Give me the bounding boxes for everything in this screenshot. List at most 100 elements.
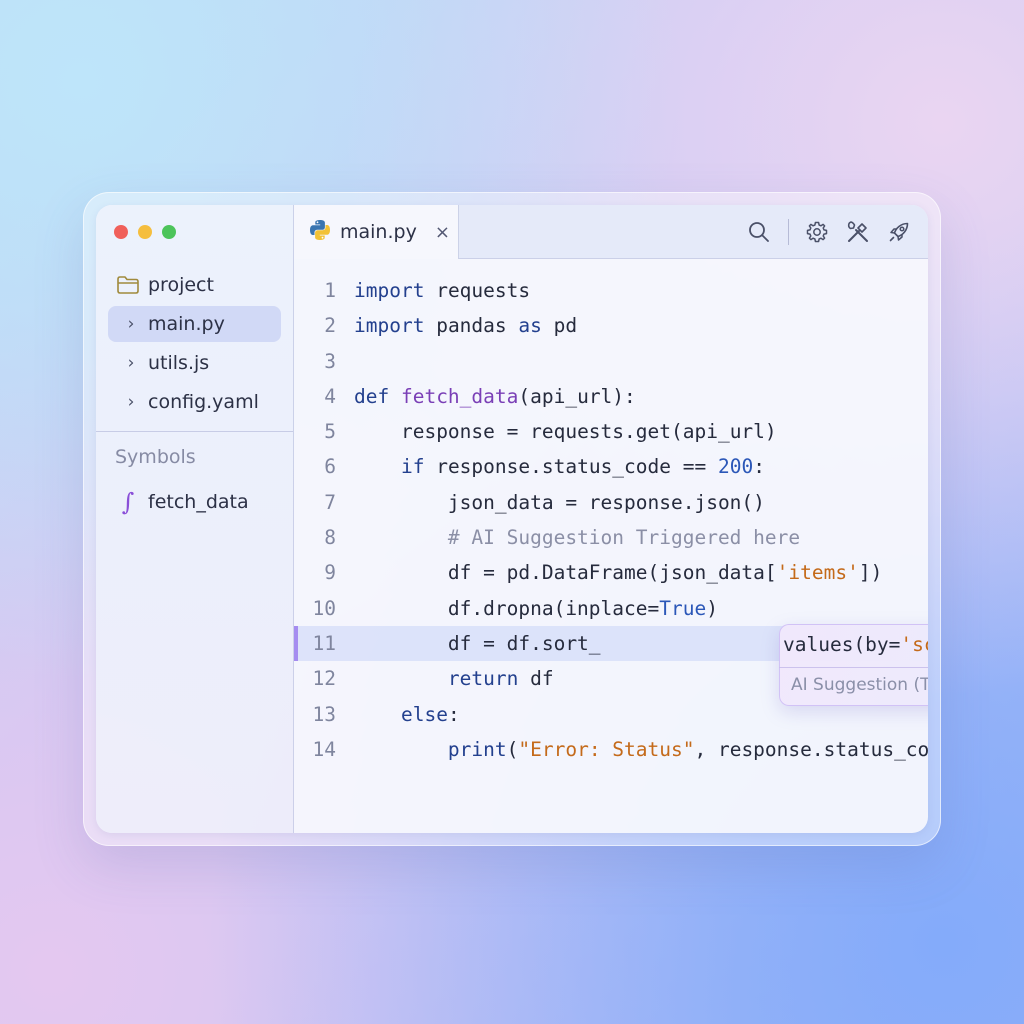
symbol-label: fetch_data: [148, 491, 249, 513]
code-line[interactable]: 7 json_data = response.json(): [294, 485, 928, 520]
code-token-kw: import: [354, 279, 425, 302]
gear-icon[interactable]: [802, 217, 832, 247]
ai-suggestion-popup[interactable]: values(by='score', ascending=False) AI S…: [779, 624, 928, 706]
file-item-utils-js[interactable]: › utils.js: [108, 345, 281, 381]
line-source: df = df.sort_: [354, 626, 601, 661]
tools-icon[interactable]: [843, 217, 873, 247]
folder-icon: [108, 275, 148, 295]
line-source: response = requests.get(api_url): [354, 414, 777, 449]
code-token-kw: import: [354, 314, 425, 338]
code-token: response = requests.get(api_url): [400, 420, 777, 444]
code-token: requests: [436, 279, 531, 302]
line-number: 1: [324, 279, 336, 302]
line-number: 4: [324, 384, 336, 408]
code-line[interactable]: 6 if response.status_code == 200:: [294, 449, 928, 484]
line-source: import requests: [354, 273, 530, 308]
code-token-cmt: # AI Suggestion Triggered here: [447, 526, 801, 550]
editor-pane: main.py × 1 import requests 2 import pan…: [294, 205, 928, 833]
line-number: 7: [324, 490, 336, 514]
line-source: return df: [354, 661, 554, 696]
line-source: def fetch_data(api_url):: [354, 379, 636, 414]
code-line[interactable]: 5 response = requests.get(api_url): [294, 414, 928, 449]
file-label: main.py: [148, 313, 225, 335]
code-token: :: [447, 702, 460, 726]
code-token: df: [530, 667, 554, 691]
code-token: ]): [858, 561, 883, 585]
code-token-bool: True: [659, 596, 707, 620]
code-line[interactable]: 8 # AI Suggestion Triggered here: [294, 520, 928, 555]
code-line[interactable]: 1 import requests: [294, 273, 928, 308]
file-item-main-py[interactable]: › main.py: [108, 306, 281, 342]
code-token-str: 'score': [900, 633, 928, 656]
file-label: utils.js: [148, 352, 210, 374]
line-number: 10: [312, 596, 336, 620]
code-token-fn: fetch_data: [400, 384, 519, 408]
code-token: pandas: [436, 314, 507, 338]
file-label: config.yaml: [148, 391, 259, 413]
code-line[interactable]: 3: [294, 344, 928, 379]
code-line[interactable]: 14 print("Error: Status", response.statu…: [294, 732, 928, 767]
search-icon[interactable]: [744, 217, 774, 247]
toolbar-divider: [788, 219, 789, 245]
line-source: df = pd.DataFrame(json_data['items']): [354, 555, 882, 590]
code-token: pd: [553, 314, 578, 338]
minimize-window-button[interactable]: [138, 225, 152, 239]
tab-main-py[interactable]: main.py ×: [294, 205, 459, 259]
code-line[interactable]: 10 df.dropna(inplace=True): [294, 591, 928, 626]
line-source: print("Error: Status", response.status_c…: [354, 732, 928, 767]
line-number: 5: [324, 420, 336, 444]
code-line[interactable]: 4 def fetch_data(api_url):: [294, 379, 928, 414]
line-source: else:: [354, 697, 460, 732]
line-number: 3: [324, 349, 336, 373]
code-token: json_data = response.json(): [447, 490, 765, 514]
line-number: 8: [324, 526, 336, 550]
code-line[interactable]: 9 df = pd.DataFrame(json_data['items']): [294, 555, 928, 590]
file-item-config-yaml[interactable]: › config.yaml: [108, 384, 281, 420]
code-token: (: [506, 737, 519, 761]
code-token: df = df.sort_: [447, 631, 601, 655]
code-token: (api_url):: [518, 384, 636, 408]
suggestion-divider: [779, 667, 928, 668]
close-icon[interactable]: ×: [435, 222, 450, 243]
symbol-fetch-data[interactable]: ∫ fetch_data: [108, 485, 281, 519]
line-number: 12: [312, 667, 336, 691]
maximize-window-button[interactable]: [162, 225, 176, 239]
folder-project[interactable]: project: [108, 267, 281, 303]
suggestion-hint: AI Suggestion (TAB): [791, 675, 928, 695]
code-token-str: 'items': [776, 561, 859, 585]
code-token-num: 200: [717, 455, 754, 479]
folder-label: project: [148, 274, 214, 296]
editor-window: project › main.py › utils.js › config.ya…: [96, 205, 928, 833]
line-number: 13: [312, 702, 336, 726]
file-tree: project › main.py › utils.js › config.ya…: [108, 267, 281, 423]
code-token: response.status_code ==: [436, 455, 718, 479]
code-token-kw: def: [354, 384, 401, 408]
code-line[interactable]: 2 import pandas as pd: [294, 308, 928, 343]
chevron-right-icon: ›: [127, 392, 135, 412]
code-token: values(by=: [783, 633, 901, 656]
tab-bar: main.py ×: [294, 205, 928, 259]
code-token-kw: if: [400, 455, 437, 479]
line-source: if response.status_code == 200:: [354, 449, 765, 484]
line-number: 6: [324, 455, 336, 479]
code-token: ): [706, 596, 718, 620]
close-window-button[interactable]: [114, 225, 128, 239]
code-token-kw: else: [400, 702, 448, 726]
chevron-right-icon: ›: [127, 314, 135, 334]
line-source: json_data = response.json(): [354, 485, 765, 520]
code-token-kw: print: [447, 737, 507, 761]
rocket-icon[interactable]: [884, 217, 914, 247]
line-number: 9: [324, 561, 336, 585]
toolbar: [733, 217, 914, 247]
code-token: :: [753, 455, 765, 479]
code-token: , response.status_code): [694, 737, 928, 761]
line-number: 11: [312, 631, 336, 655]
python-icon: [308, 218, 332, 246]
tab-label: main.py: [340, 221, 417, 243]
line-source: import pandas as pd: [354, 308, 577, 343]
line-number: 2: [324, 314, 336, 338]
window-controls: [114, 225, 176, 239]
sidebar: project › main.py › utils.js › config.ya…: [96, 205, 294, 833]
suggestion-code: values(by='score', ascending=False): [783, 628, 928, 662]
line-source: df.dropna(inplace=True): [354, 591, 718, 626]
